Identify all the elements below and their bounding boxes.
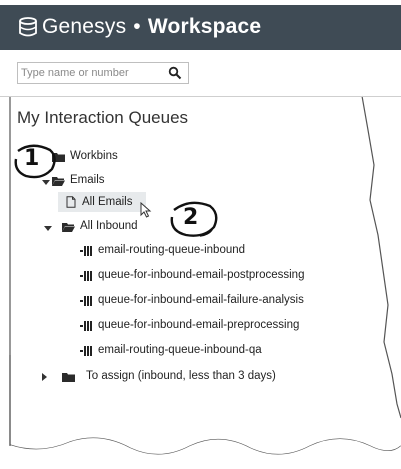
- app-header: Genesys • Workspace: [0, 5, 401, 50]
- mouse-pointer-icon: [140, 202, 152, 218]
- app-title: Genesys • Workspace: [42, 15, 261, 39]
- queue-icon: [80, 346, 92, 356]
- folder-icon: [62, 373, 75, 382]
- callout-number-1: 1: [24, 146, 40, 171]
- folder-open-icon: [62, 223, 75, 232]
- document-icon: [66, 196, 76, 208]
- search-box: [17, 62, 189, 84]
- queue-item[interactable]: queue-for-inbound-email-postprocessing: [98, 269, 304, 281]
- database-icon: [19, 17, 37, 37]
- brand-name: Genesys: [42, 15, 127, 38]
- tree-item-emails[interactable]: Emails: [70, 174, 105, 186]
- brand-separator: •: [133, 15, 141, 38]
- tree-item-workbins[interactable]: Workbins: [70, 150, 118, 162]
- queue-icon: [80, 321, 92, 331]
- chevron-right-icon[interactable]: [40, 373, 48, 381]
- queue-icon: [80, 246, 92, 256]
- workspace-panel: Genesys•Workspace My Interaction Queues …: [0, 0, 401, 469]
- product-name: Workspace: [147, 15, 262, 38]
- queue-icon: [80, 296, 92, 306]
- tree-item-all-emails[interactable]: All Emails: [82, 196, 132, 208]
- chevron-down-icon[interactable]: [44, 224, 52, 232]
- tree-item-all-inbound[interactable]: All Inbound: [80, 220, 138, 232]
- queue-item[interactable]: email-routing-queue-inbound-qa: [98, 344, 262, 356]
- search-icon[interactable]: [168, 66, 182, 80]
- queue-item[interactable]: queue-for-inbound-email-failure-analysis: [98, 294, 304, 306]
- search-input[interactable]: [21, 65, 163, 81]
- queue-item[interactable]: email-routing-queue-inbound: [98, 244, 245, 256]
- callout-number-2: 2: [183, 205, 199, 230]
- tree-item-to-assign[interactable]: To assign (inbound, less than 3 days): [86, 370, 276, 382]
- queue-item[interactable]: queue-for-inbound-email-preprocessing: [98, 319, 299, 331]
- section-title: My Interaction Queues: [17, 108, 189, 127]
- section-divider: [0, 96, 401, 97]
- queue-icon: [80, 271, 92, 281]
- screenshot-stage: Genesys•Workspace My Interaction Queues …: [0, 0, 401, 469]
